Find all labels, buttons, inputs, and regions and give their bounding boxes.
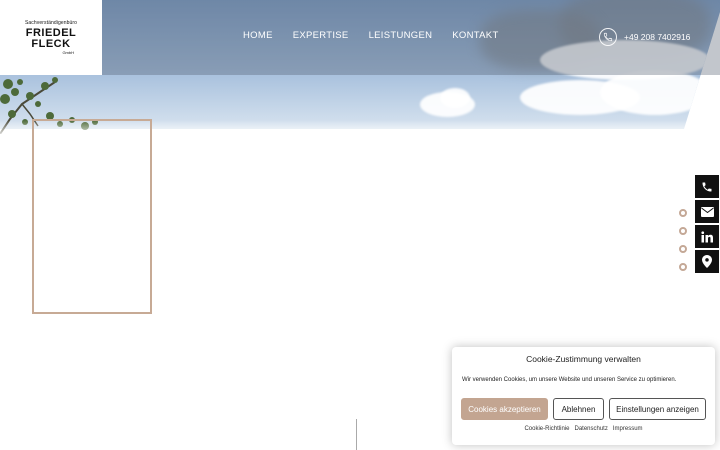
nav-item-expertise[interactable]: EXPERTISE <box>293 30 349 41</box>
slider-pagination <box>679 209 687 271</box>
logo-suffix: GmbH <box>62 50 74 55</box>
divider-line <box>356 419 357 450</box>
nav-item-leistungen[interactable]: LEISTUNGEN <box>369 30 433 41</box>
imprint-link[interactable]: Impressum <box>613 426 643 432</box>
side-linkedin-button[interactable] <box>695 225 719 248</box>
side-email-button[interactable] <box>695 200 719 223</box>
nav-item-home[interactable]: HOME <box>243 30 273 41</box>
logo-line-2: FLECK <box>31 38 71 50</box>
cookie-settings-button[interactable]: Einstellungen anzeigen <box>609 398 706 420</box>
map-marker-icon <box>702 255 712 268</box>
cookie-policy-link[interactable]: Cookie-Richtlinie <box>524 426 569 432</box>
deny-cookies-button[interactable]: Ablehnen <box>553 398 604 420</box>
side-location-button[interactable] <box>695 250 719 273</box>
phone-icon <box>599 28 617 46</box>
side-contact-bar <box>695 175 720 273</box>
envelope-icon <box>700 206 714 217</box>
cookie-message: Wir verwenden Cookies, um unsere Website… <box>462 377 677 383</box>
cookie-actions: Cookies akzeptieren Ablehnen Einstellung… <box>461 398 706 420</box>
privacy-link[interactable]: Datenschutz <box>575 426 608 432</box>
phone-icon <box>702 182 712 191</box>
company-logo[interactable]: Sachverständigenbüro FRIEDEL FLECK GmbH <box>0 0 102 75</box>
decorative-frame <box>32 119 152 314</box>
nav-item-kontakt[interactable]: KONTAKT <box>452 30 498 41</box>
linkedin-icon <box>701 230 713 242</box>
slider-dot-1[interactable] <box>679 209 687 217</box>
logo-tagline: Sachverständigenbüro <box>24 20 78 26</box>
slider-dot-4[interactable] <box>679 263 687 271</box>
slider-dot-2[interactable] <box>679 227 687 235</box>
header-phone-link[interactable]: +49 208 7402916 <box>599 28 690 46</box>
accept-cookies-button[interactable]: Cookies akzeptieren <box>461 398 548 420</box>
side-phone-button[interactable] <box>695 175 719 198</box>
cookie-consent-dialog: Cookie-Zustimmung verwalten Wir verwende… <box>452 347 715 445</box>
cookie-title: Cookie-Zustimmung verwalten <box>526 354 641 364</box>
main-navigation: HOME EXPERTISE LEISTUNGEN KONTAKT <box>243 30 499 41</box>
header-phone-number: +49 208 7402916 <box>624 32 691 42</box>
cookie-links: Cookie-Richtlinie Datenschutz Impressum <box>452 426 715 432</box>
slider-dot-3[interactable] <box>679 245 687 253</box>
